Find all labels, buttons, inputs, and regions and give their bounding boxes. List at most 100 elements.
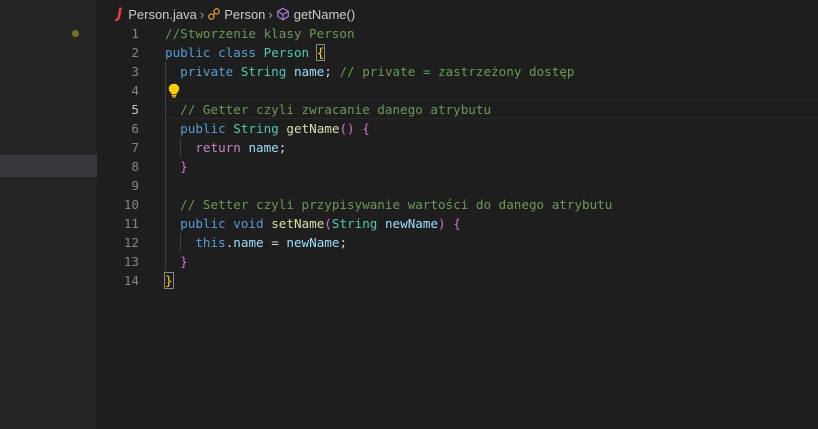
code-token: } [164,272,174,289]
line-number: 14 [123,273,139,288]
code-token: // Setter czyli przypisywanie wartości d… [180,197,613,212]
code-token: getName [286,121,340,136]
breadcrumb-method[interactable]: getName() [294,7,355,22]
breadcrumb-file[interactable]: Person.java [128,7,197,22]
code-line[interactable]: 5 // Getter czyli zwracanie danego atryb… [97,100,818,119]
line-number: 8 [131,159,139,174]
code-line[interactable]: 4 [97,81,818,100]
code-token: } [180,254,188,269]
code-token: public [180,216,226,231]
code-editor[interactable]: J Person.java › Person › getName() 1 //St… [97,0,818,429]
chevron-right-icon: › [268,6,273,22]
code-token: name [233,235,264,250]
line-number: 12 [123,235,139,250]
line-number: 1 [131,26,139,41]
line-number: 6 [131,121,139,136]
code-token: class [218,45,257,60]
code-token: Person [263,45,310,60]
code-line[interactable]: 1 //Stworzenie klasy Person [97,24,818,43]
code-text: } [164,271,174,290]
code-line[interactable]: 11 public void setName(String newName) { [97,214,818,233]
code-token: name [248,140,279,155]
modified-indicator-icon [72,30,79,37]
line-number: 9 [131,178,139,193]
line-number: 10 [123,197,139,212]
code-token: ; [324,64,340,79]
code-line[interactable]: 9 [97,176,818,195]
code-text: // Setter czyli przypisywanie wartości d… [165,195,612,214]
sidebar-selected-item[interactable] [0,155,97,177]
code-line[interactable]: 12 this.name = newName; [97,233,818,252]
code-token: // private = zastrzeżony dostęp [339,64,575,79]
code-line[interactable]: 10 // Setter czyli przypisywanie wartośc… [97,195,818,214]
code-token: this [195,235,226,250]
code-line[interactable]: 7 return name; [97,138,818,157]
code-line[interactable]: 8 } [97,157,818,176]
code-text: public String getName() { [165,119,370,138]
code-text: // Getter czyli zwracanie danego atrybut… [165,100,491,119]
code-token: public [180,121,226,136]
code-token: String [240,64,287,79]
code-line[interactable]: 13 } [97,252,818,271]
line-number: 13 [123,254,139,269]
code-area[interactable]: 1 //Stworzenie klasy Person 2 public class … [97,24,818,290]
line-number: 5 [131,102,139,117]
code-text: private String name; // private = zastrz… [165,62,575,81]
java-file-icon: J [117,6,123,22]
line-number: 11 [123,216,139,231]
line-number: 4 [131,83,139,98]
code-line[interactable]: 3 private String name; // private = zast… [97,62,818,81]
breadcrumb: J Person.java › Person › getName() [117,4,355,24]
code-text: public class Person { [165,43,326,62]
code-token: ; [339,235,348,250]
code-text: this.name = newName; [165,233,347,252]
code-token: { [362,121,370,136]
code-token: { [315,44,326,61]
code-token: { [453,216,461,231]
code-token: //Stworzenie klasy Person [165,26,355,41]
code-token: = [263,235,287,250]
code-token: newName [384,216,439,231]
code-line[interactable]: 6 public String getName() { [97,119,818,138]
code-line[interactable]: 2 public class Person { [97,43,818,62]
code-token: ) [438,216,446,231]
class-icon [207,7,221,21]
lightbulb-icon[interactable] [168,83,180,98]
code-token: String [331,216,378,231]
code-token: setName [271,216,325,231]
chevron-right-icon: › [199,6,205,22]
indent-guide [165,81,166,100]
line-number: 7 [131,140,139,155]
code-token: ; [278,140,287,155]
code-token: newName [286,235,340,250]
breadcrumb-class[interactable]: Person [224,7,265,22]
code-token: void [233,216,264,231]
code-token: // Getter czyli zwracanie danego atrybut… [180,102,492,117]
code-text: return name; [165,138,286,157]
code-token: String [233,121,279,136]
vscode-window: J Person.java › Person › getName() 1 //St… [0,0,818,429]
code-line[interactable]: 14} [97,271,818,290]
code-text: //Stworzenie klasy Person [165,24,355,43]
code-token: return [195,140,241,155]
indent-guide [165,176,166,195]
code-token: public [165,45,211,60]
line-number: 2 [131,45,139,60]
code-token: } [180,159,188,174]
line-number: 3 [131,64,139,79]
